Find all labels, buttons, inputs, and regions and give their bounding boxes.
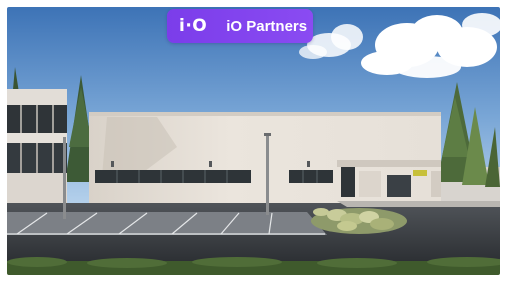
office-building xyxy=(7,89,67,207)
light-pole-center xyxy=(266,135,269,215)
io-partners-watermark: i·O iO Partners xyxy=(167,9,313,43)
brand-name: iO Partners xyxy=(226,17,308,35)
scene-photo xyxy=(7,7,500,275)
light-pole-left xyxy=(63,137,66,219)
parking-pavers xyxy=(7,212,327,235)
entrance-canopy xyxy=(337,160,441,167)
window-band xyxy=(95,170,251,183)
main-building xyxy=(89,112,441,205)
io-logo-icon: i·O xyxy=(179,15,208,36)
window-right xyxy=(289,170,333,183)
building-render xyxy=(7,7,500,275)
planter xyxy=(311,208,407,234)
